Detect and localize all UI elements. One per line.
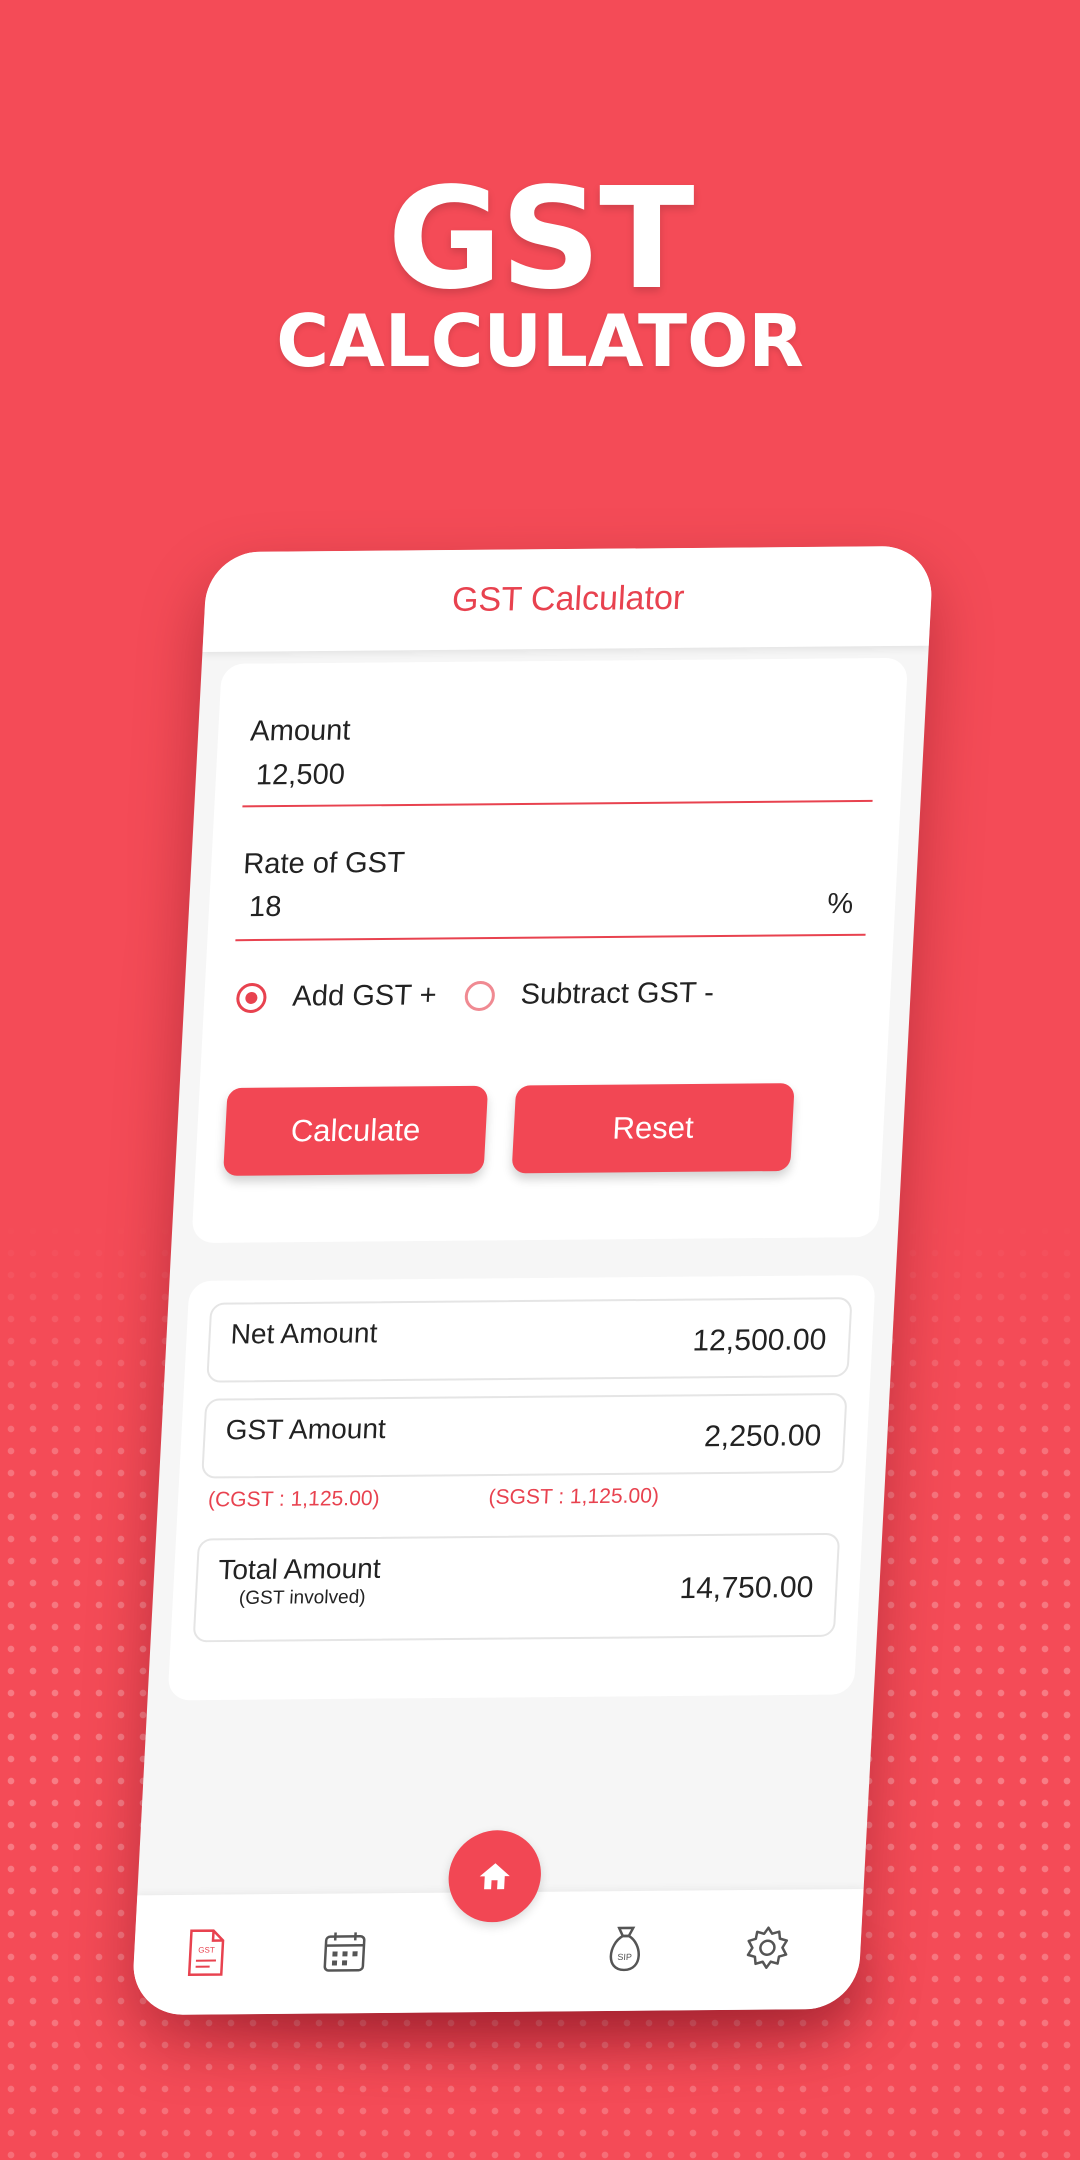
total-amount-sublabel: (GST involved) — [238, 1586, 367, 1609]
hero-title: GST — [387, 158, 694, 321]
subtract-gst-radio[interactable] — [463, 980, 496, 1011]
add-gst-radio[interactable] — [235, 982, 268, 1013]
gst-badge: GST — [198, 1946, 215, 1955]
total-amount-row: Total Amount (GST involved) 14,750.00 — [192, 1532, 841, 1643]
sgst-text: (SGST : 1,125.00) — [487, 1484, 660, 1509]
nav-sip[interactable]: SIP — [594, 1919, 657, 1979]
nav-calendar[interactable] — [313, 1921, 376, 1981]
percent-unit: % — [826, 887, 854, 921]
bottom-nav: GST SIP — [131, 1829, 864, 2016]
home-icon — [479, 1863, 510, 1890]
sip-badge: SIP — [617, 1952, 632, 1962]
gst-amount-label: GST Amount — [224, 1413, 387, 1446]
hero-subtitle: CALCULATOR — [276, 299, 804, 383]
phone-mockup: GST Calculator Amount 12,500 Rate of GST… — [131, 545, 934, 2016]
sip-money-bag-icon: SIP — [609, 1926, 640, 1972]
rate-underline — [235, 933, 866, 942]
calendar-icon — [323, 1932, 366, 1972]
app-bar: GST Calculator — [202, 545, 934, 653]
amount-underline — [242, 799, 873, 808]
nav-settings[interactable] — [736, 1918, 799, 1978]
total-amount-label: Total Amount — [217, 1552, 382, 1586]
cgst-text: (CGST : 1,125.00) — [207, 1486, 381, 1512]
add-gst-label[interactable]: Add GST + — [292, 979, 438, 1013]
gst-mode-radio-group: Add GST + Subtract GST - — [235, 977, 743, 1014]
calculate-button[interactable]: Calculate — [223, 1085, 489, 1176]
amount-label: Amount — [249, 714, 352, 748]
gst-amount-value: 2,250.00 — [703, 1419, 823, 1454]
rate-input[interactable]: 18 — [248, 891, 282, 924]
app-title: GST Calculator — [451, 578, 686, 619]
gst-amount-row: GST Amount 2,250.00 — [201, 1393, 848, 1479]
nav-home[interactable] — [446, 1829, 544, 1923]
rate-label: Rate of GST — [242, 846, 406, 881]
result-card: Net Amount 12,500.00 GST Amount 2,250.00… — [167, 1275, 876, 1701]
reset-button[interactable]: Reset — [511, 1083, 795, 1174]
net-amount-value: 12,500.00 — [691, 1323, 828, 1358]
total-amount-value: 14,750.00 — [678, 1571, 815, 1606]
net-amount-row: Net Amount 12,500.00 — [206, 1297, 853, 1383]
input-card: Amount 12,500 Rate of GST 18 % Add GST +… — [191, 657, 909, 1244]
net-amount-label: Net Amount — [229, 1317, 379, 1350]
subtract-gst-label[interactable]: Subtract GST - — [520, 977, 715, 1012]
gst-document-icon: GST — [187, 1929, 225, 1976]
amount-input[interactable]: 12,500 — [255, 759, 346, 793]
nav-gst[interactable]: GST — [175, 1922, 238, 1982]
gear-icon — [746, 1926, 789, 1969]
